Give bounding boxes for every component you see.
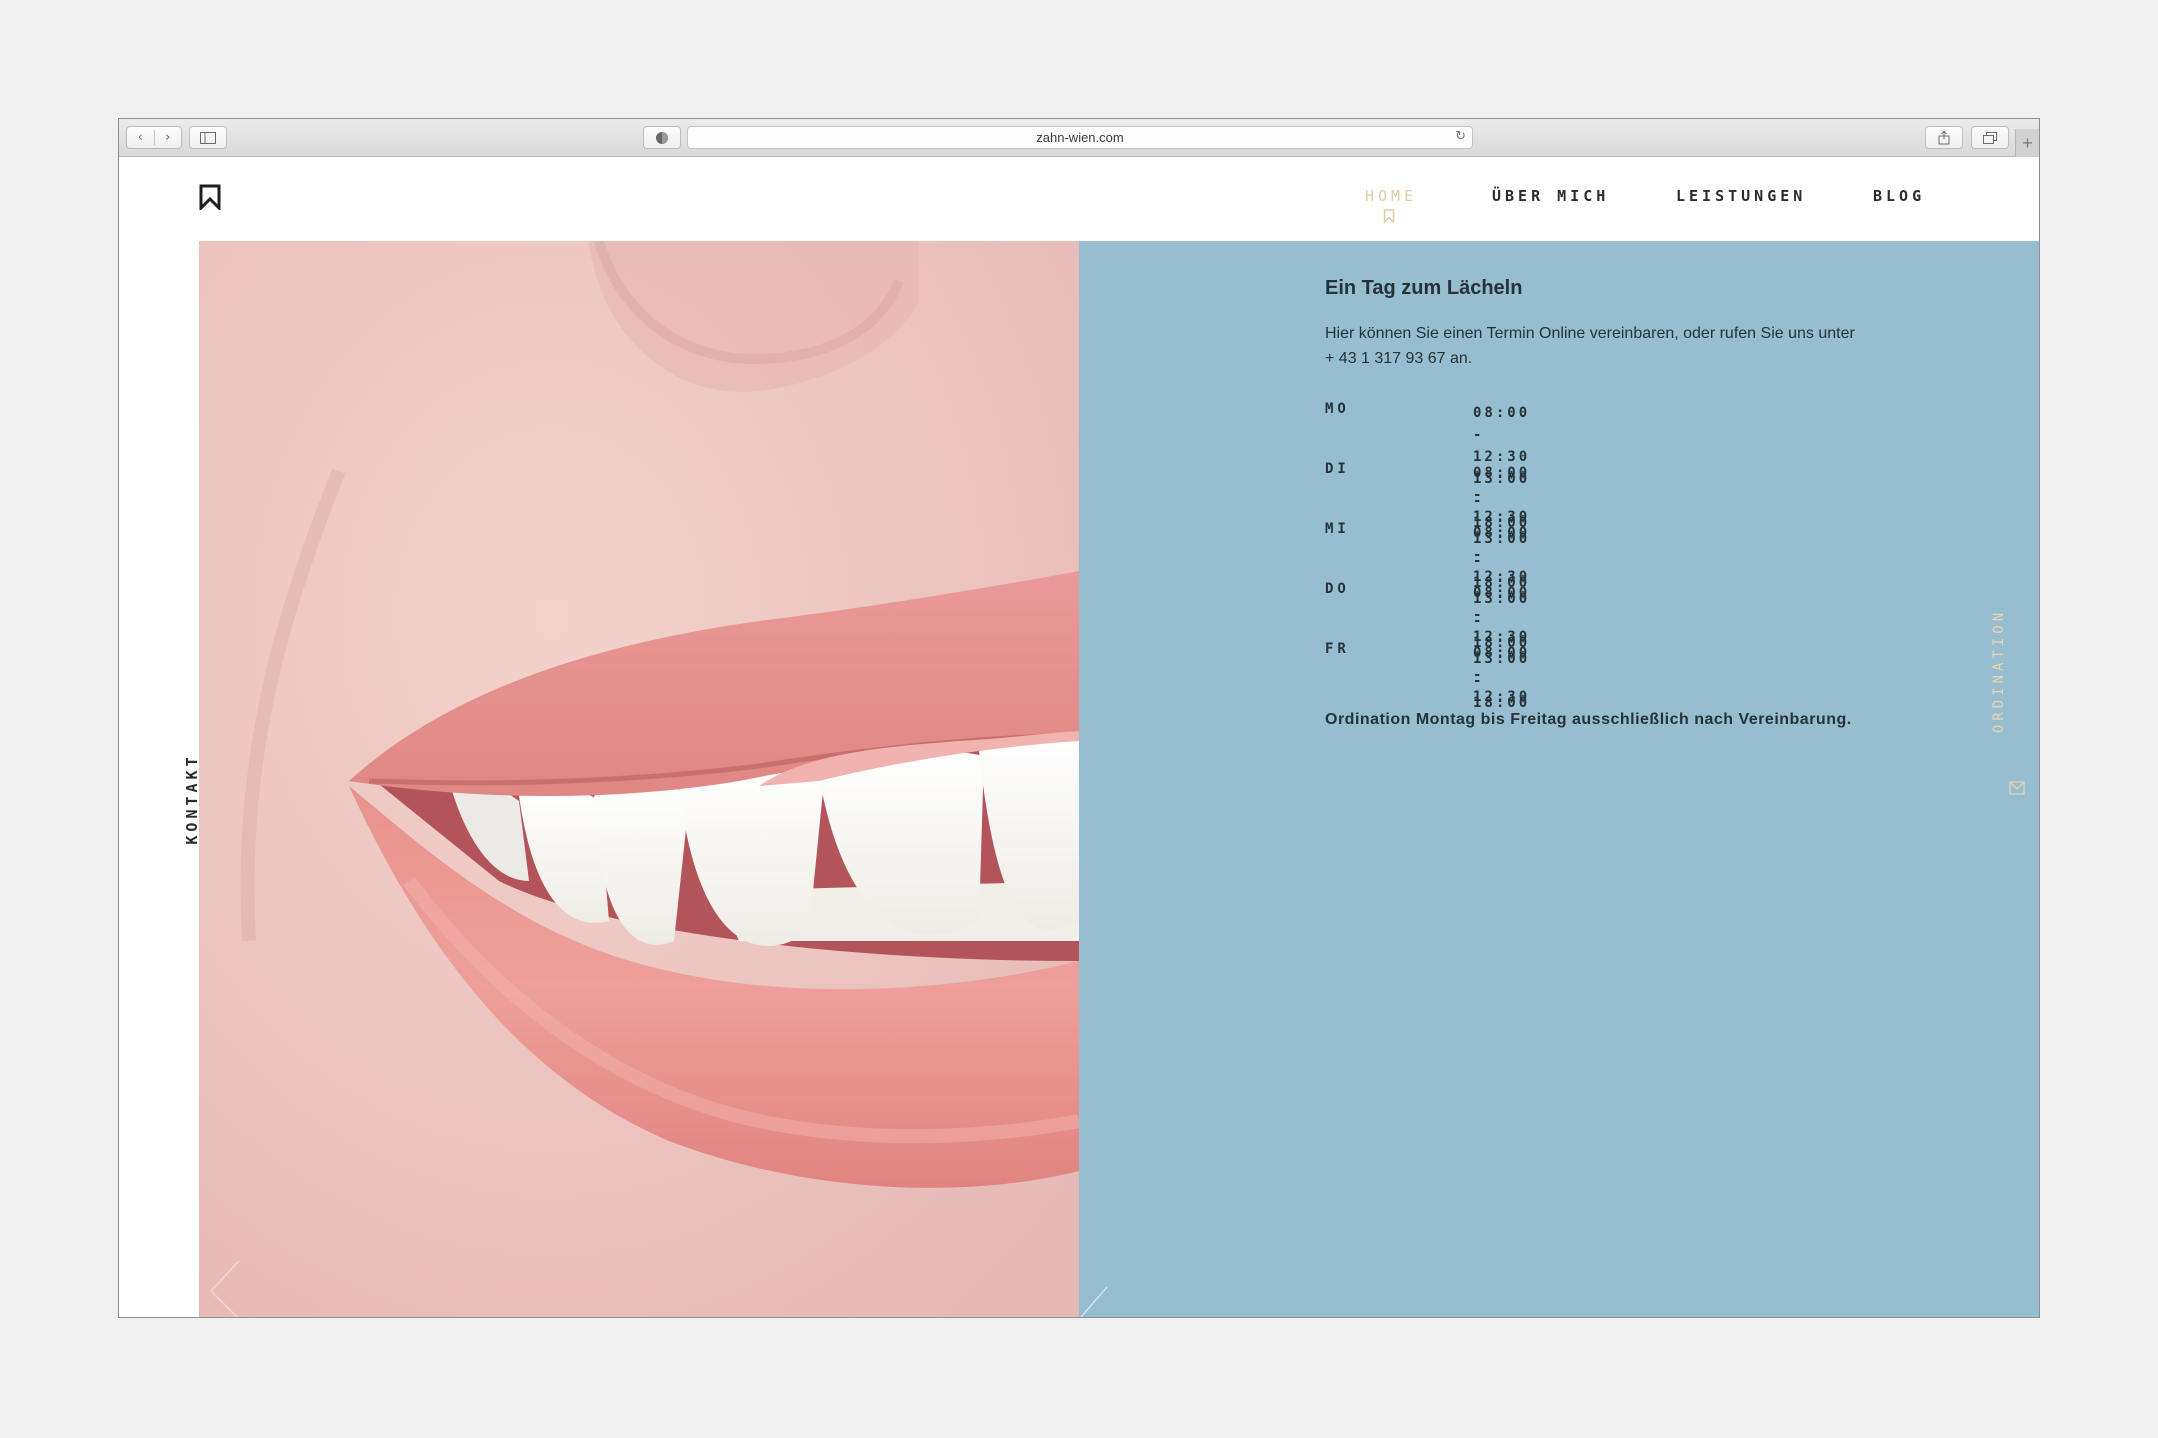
info-intro-line2: + 43 1 317 93 67 an.	[1325, 350, 1473, 367]
share-icon	[1938, 130, 1950, 144]
active-bookmark-icon	[1383, 209, 1395, 223]
browser-window: ‹ › zahn-wien.com ↻ + HOME ÜBER MICH LEI…	[118, 118, 2040, 1318]
hero-smile-image	[199, 241, 1079, 1317]
nav-item-home[interactable]: HOME	[1365, 187, 1417, 205]
smile-illustration	[199, 241, 1079, 1317]
time-slot: 08:00 - 12:30	[1473, 525, 1531, 585]
time-slot: 08:00 - 12:30	[1473, 465, 1531, 525]
new-tab-button[interactable]: +	[2015, 129, 2039, 157]
info-panel: Ein Tag zum Lächeln Hier können Sie eine…	[1079, 241, 2039, 1317]
ordination-tab[interactable]: ORDINATION	[1991, 591, 2011, 751]
nav-item-blog[interactable]: BLOG	[1873, 187, 1925, 205]
main-nav: HOME ÜBER MICH LEISTUNGEN BLOG	[119, 187, 2039, 227]
day-label: DO	[1325, 581, 1350, 597]
day-label: FR	[1325, 641, 1350, 657]
tabs-icon	[1983, 131, 1997, 144]
nav-item-leistungen[interactable]: LEISTUNGEN	[1676, 187, 1806, 205]
reload-icon[interactable]: ↻	[1455, 129, 1466, 144]
time-list: 08:00 - 12:30	[1473, 642, 1530, 708]
chevron-left-icon[interactable]: ‹	[127, 130, 155, 145]
sidebar-button[interactable]	[189, 126, 227, 149]
day-label: DI	[1325, 461, 1350, 477]
info-title: Ein Tag zum Lächeln	[1325, 277, 1523, 299]
time-slot: 08:00 - 12:30	[1473, 405, 1531, 465]
shield-icon	[656, 131, 668, 144]
info-intro: Hier können Sie einen Termin Online vere…	[1325, 321, 1885, 371]
share-button[interactable]	[1925, 126, 1963, 149]
day-label: MO	[1325, 401, 1350, 417]
appointment-note: Ordination Montag bis Freitag ausschließ…	[1325, 711, 1852, 728]
flag-icon[interactable]	[2009, 781, 2025, 795]
sidebar-icon	[200, 131, 216, 144]
nav-item-ueber-mich[interactable]: ÜBER MICH	[1492, 187, 1609, 205]
time-slot: 08:00 - 12:30	[1473, 645, 1531, 705]
divider-accent-line	[1080, 1286, 1108, 1317]
chevron-right-icon[interactable]: ›	[155, 130, 182, 145]
address-bar[interactable]: zahn-wien.com ↻	[687, 126, 1473, 149]
time-slot: 08:00 - 12:30	[1473, 585, 1531, 645]
back-forward-buttons[interactable]: ‹ ›	[126, 126, 182, 149]
web-page: HOME ÜBER MICH LEISTUNGEN BLOG KONTAKT E…	[119, 157, 2039, 1317]
privacy-button[interactable]	[643, 126, 681, 149]
day-label: MI	[1325, 521, 1350, 537]
info-intro-line1: Hier können Sie einen Termin Online vere…	[1325, 325, 1855, 342]
url-text: zahn-wien.com	[1036, 130, 1124, 145]
tabs-button[interactable]	[1971, 126, 2009, 149]
browser-toolbar: ‹ › zahn-wien.com ↻ +	[119, 119, 2039, 157]
